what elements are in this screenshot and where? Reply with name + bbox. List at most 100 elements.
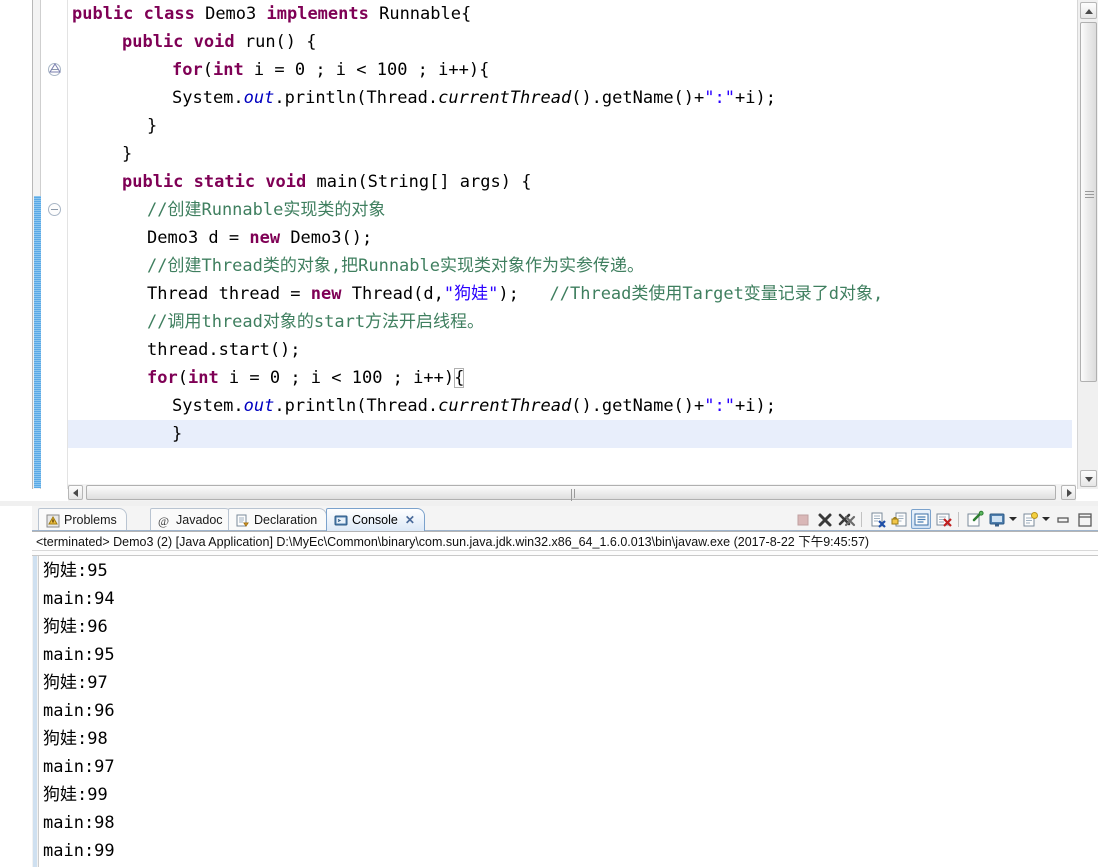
code-token: +i); [734,88,776,108]
code-token: //创建Thread类的对象,把Runnable实现类对象作为实参传递。 [147,256,644,276]
console-toolbar[interactable] [792,508,1094,530]
show-console-on-error-button[interactable] [933,509,953,529]
code-line[interactable]: //创建Thread类的对象,把Runnable实现类对象作为实参传递。 [68,252,1072,280]
tab-label: Problems [64,512,117,527]
open-console-dropdown-arrow[interactable] [1041,509,1050,529]
scroll-lock-button[interactable] [889,509,909,529]
pin-console-button[interactable] [964,509,984,529]
code-line[interactable]: System.out.println(Thread.currentThread(… [68,392,1072,420]
console-output-line: main:94 [43,589,115,609]
tab-problems[interactable]: Problems [38,508,127,531]
annotation-ruler[interactable] [32,0,41,489]
scroll-left-button[interactable] [68,485,83,500]
code-line[interactable]: } [68,140,1072,168]
code-token: int [187,368,219,388]
tab-javadoc[interactable]: @ Javadoc [150,508,233,531]
eclipse-window: public class Demo3 implements Runnable{p… [0,0,1098,867]
code-token: "狗娃" [443,284,499,304]
tab-label: Console [352,512,398,527]
code-token: //创建Runnable实现类的对象 [147,200,386,220]
editor-vertical-scrollbar[interactable] [1077,0,1098,489]
code-line[interactable]: public class Demo3 implements Runnable{ [68,0,1072,28]
console-icon [334,513,348,527]
code-token: public [122,172,194,192]
code-line[interactable]: for(int i = 0 ; i < 100 ; i++){ [68,364,1072,392]
console-output-line: main:96 [43,701,115,721]
code-token: thread.start(); [147,340,301,360]
code-token: //Thread类使用Target变量记录了d对象, [549,284,884,304]
console-output-panel[interactable]: 狗娃:95 main:94 狗娃:96 main:95 狗娃:97 main:96 狗娃:9… [32,555,1098,867]
code-token: } [172,424,183,444]
clear-console-button[interactable] [867,509,887,529]
show-console-on-output-button[interactable] [911,509,931,529]
tab-label: Javadoc [176,512,223,527]
code-line[interactable]: Thread thread = new Thread(d,"狗娃"); //Th… [68,280,1072,308]
console-output-line: 狗娃:95 [43,561,108,581]
code-line[interactable]: thread.start(); [68,336,1072,364]
code-text-area[interactable]: public class Demo3 implements Runnable{p… [68,0,1072,489]
code-line[interactable]: System.out.println(Thread.currentThread(… [68,84,1072,112]
horizontal-scroll-thumb[interactable] [86,485,1056,507]
tab-label: Declaration [254,512,318,527]
remove-launch-button[interactable] [814,509,834,529]
code-token: ":" [704,88,735,108]
maximize-button[interactable] [1074,509,1094,529]
code-line[interactable]: //创建Runnable实现类的对象 [68,196,1072,224]
fold-collapse-icon[interactable] [48,203,61,216]
view-tab-bar[interactable]: Problems @ Javadoc Declaration Console ✕ [32,506,1098,531]
console-output-line: 狗娃:97 [43,673,108,693]
tab-declaration[interactable]: Declaration [228,508,328,531]
code-token: main(String[] args) { [316,172,532,192]
code-token: { [454,368,465,388]
console-output-line: 狗娃:98 [43,729,108,749]
code-token: Demo3 [205,4,267,24]
code-token: Thread(d, [341,284,444,304]
code-token: ":" [704,396,735,416]
code-token: +i); [734,396,776,416]
code-token: ().getName()+ [571,396,705,416]
chevron-up-icon [1085,9,1093,14]
launch-configuration-header: <terminated> Demo3 (2) [Java Application… [32,531,1098,551]
minimize-button[interactable] [1052,509,1072,529]
code-token: .println(Thread. [274,88,439,108]
display-console-dropdown-arrow[interactable] [1008,509,1017,529]
vertical-scroll-thumb[interactable] [1080,22,1097,382]
code-token: .println(Thread. [274,396,439,416]
svg-text:@: @ [158,514,169,528]
open-console-button[interactable] [1019,509,1039,529]
scroll-up-button[interactable] [1080,2,1097,19]
code-line[interactable]: public void run() { [68,28,1072,56]
code-token: } [122,144,133,164]
code-line[interactable]: //调用thread对象的start方法开启线程。 [68,308,1072,336]
java-editor[interactable]: public class Demo3 implements Runnable{p… [0,0,1098,507]
chevron-right-icon [1067,489,1072,497]
code-token: implements [266,4,380,24]
code-token: ( [177,368,188,388]
code-line[interactable]: public static void main(String[] args) { [68,168,1072,196]
code-token: Runnable{ [379,4,472,24]
problems-icon [46,513,60,528]
console-view-stack: Problems @ Javadoc Declaration Console ✕ [32,506,1098,867]
code-line[interactable]: } [68,112,1072,140]
chevron-left-icon [73,489,78,497]
code-token: void [193,32,245,52]
scroll-down-button[interactable] [1080,470,1097,487]
collapse-triangle-icon[interactable] [45,63,61,73]
tab-console[interactable]: Console ✕ [326,508,425,531]
code-line[interactable]: Demo3 d = new Demo3(); [68,224,1072,252]
code-line[interactable]: } [68,420,1072,448]
code-token: out [243,88,275,108]
remove-all-terminated-button[interactable] [836,509,856,529]
folding-column[interactable] [42,0,68,489]
code-line[interactable]: for(int i = 0 ; i < 100 ; i++){ [68,56,1072,84]
scroll-right-button[interactable] [1061,485,1076,500]
code-token: new [310,284,342,304]
display-selected-console-button[interactable] [986,509,1006,529]
close-icon[interactable]: ✕ [405,509,415,532]
terminate-button[interactable] [792,509,812,529]
code-token: Demo3 d = [147,228,250,248]
change-bar-indicator [34,196,41,488]
editor-horizontal-scrollbar[interactable] [68,484,1076,507]
code-token: Demo3(); [280,228,373,248]
code-token: run() { [244,32,317,52]
